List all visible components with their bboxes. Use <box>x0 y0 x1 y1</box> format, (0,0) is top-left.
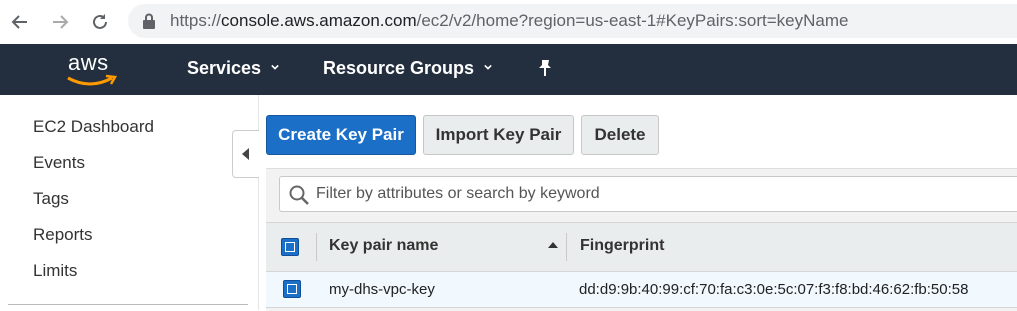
lock-icon <box>143 13 155 29</box>
url-prefix: https:// <box>170 11 222 30</box>
arrow-right-icon <box>53 15 69 29</box>
caret-left-icon <box>242 148 249 160</box>
browser-toolbar: https://console.aws.amazon.com/ec2/v2/ho… <box>0 0 1017 44</box>
table-header: Key pair name Fingerprint <box>266 222 1017 272</box>
sidebar-item-tags[interactable]: Tags <box>33 189 69 209</box>
sidebar-item-ec2-dashboard[interactable]: EC2 Dashboard <box>33 117 154 137</box>
address-bar[interactable]: https://console.aws.amazon.com/ec2/v2/ho… <box>128 4 1017 38</box>
url-host: console.aws.amazon.com <box>221 11 417 30</box>
sidebar-section-divider <box>8 304 248 309</box>
column-separator <box>316 233 317 261</box>
search-input[interactable]: Filter by attributes or search by keywor… <box>279 176 1017 212</box>
url-path: /ec2/v2/home?region=us-east-1#KeyPairs:s… <box>416 11 849 30</box>
collapse-sidebar-toggle[interactable] <box>232 130 259 178</box>
chevron-down-icon <box>484 64 492 70</box>
search-icon <box>289 185 309 205</box>
back-button[interactable] <box>6 8 34 36</box>
services-menu[interactable]: Services <box>187 58 279 79</box>
fingerprint-cell: dd:d9:9b:40:99:cf:70:fa:c3:0e:5c:07:f3:f… <box>579 281 969 298</box>
reload-button[interactable] <box>86 8 114 36</box>
aws-smile-icon <box>67 74 118 86</box>
aws-header: aws Services Resource Groups <box>0 44 1017 95</box>
sort-ascending-icon[interactable] <box>548 242 558 248</box>
sidebar-item-limits[interactable]: Limits <box>33 261 77 281</box>
row-checkbox[interactable] <box>283 280 301 298</box>
search-placeholder: Filter by attributes or search by keywor… <box>316 185 600 202</box>
delete-button[interactable]: Delete <box>581 115 659 155</box>
resource-groups-label: Resource Groups <box>323 58 475 78</box>
services-label: Services <box>187 58 262 78</box>
sidebar: EC2 Dashboard Events Tags Reports Limits <box>0 95 259 310</box>
aws-logo[interactable]: aws <box>64 50 120 90</box>
pin-icon[interactable] <box>536 58 554 78</box>
aws-logo-text: aws <box>68 50 109 75</box>
url-text: https://console.aws.amazon.com/ec2/v2/ho… <box>170 11 848 31</box>
arrow-left-icon <box>11 15 27 29</box>
sidebar-item-reports[interactable]: Reports <box>33 225 93 245</box>
select-all-checkbox[interactable] <box>281 238 299 256</box>
resource-groups-menu[interactable]: Resource Groups <box>323 58 492 79</box>
reload-icon <box>93 14 107 29</box>
column-header-key-pair-name[interactable]: Key pair name <box>329 237 438 255</box>
chevron-down-icon <box>271 64 279 70</box>
import-key-pair-button[interactable]: Import Key Pair <box>423 115 574 155</box>
forward-button[interactable] <box>46 8 74 36</box>
create-key-pair-button[interactable]: Create Key Pair <box>266 115 416 155</box>
key-pair-name-cell: my-dhs-vpc-key <box>329 281 435 298</box>
column-separator <box>566 233 567 261</box>
table-row[interactable]: my-dhs-vpc-key dd:d9:9b:40:99:cf:70:fa:c… <box>266 272 1017 308</box>
column-header-fingerprint[interactable]: Fingerprint <box>580 237 664 255</box>
sidebar-item-events[interactable]: Events <box>33 153 85 173</box>
